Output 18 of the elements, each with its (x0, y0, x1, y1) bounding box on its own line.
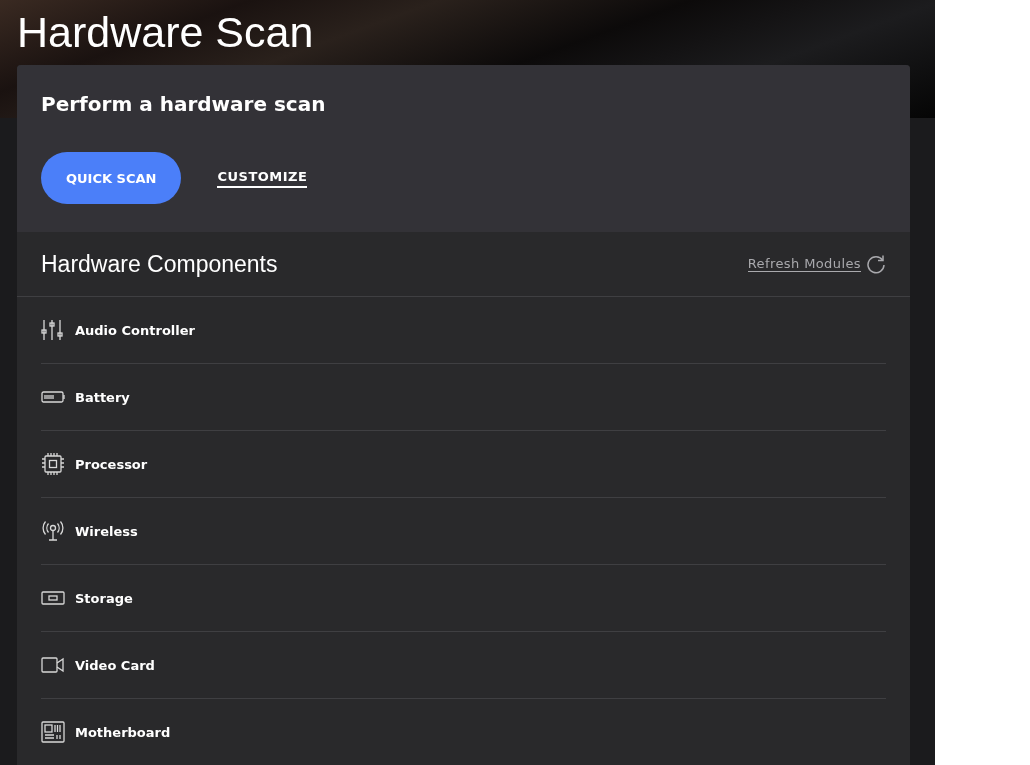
component-label[interactable]: Battery (75, 389, 130, 405)
page-title: Hardware Scan (16, 7, 315, 58)
antenna-icon (41, 519, 65, 543)
section-title: Hardware Components (41, 250, 278, 278)
component-label[interactable]: Video Card (75, 657, 155, 673)
customize-link[interactable]: CUSTOMIZE (217, 168, 308, 188)
component-label[interactable]: Audio Controller (75, 322, 195, 338)
card-title: Perform a hardware scan (41, 91, 327, 117)
quick-scan-button[interactable]: QUICK SCAN (41, 152, 182, 204)
component-label[interactable]: Processor (75, 456, 148, 472)
refresh-modules-link[interactable]: Refresh Modules (747, 256, 861, 272)
component-label[interactable]: Wireless (75, 523, 138, 539)
component-label[interactable]: Motherboard (75, 724, 171, 740)
sliders-icon (41, 318, 65, 342)
circuit-board-icon (41, 720, 65, 744)
chip-icon (41, 452, 65, 476)
refresh-icon[interactable] (866, 254, 886, 274)
component-label[interactable]: Storage (75, 590, 133, 606)
